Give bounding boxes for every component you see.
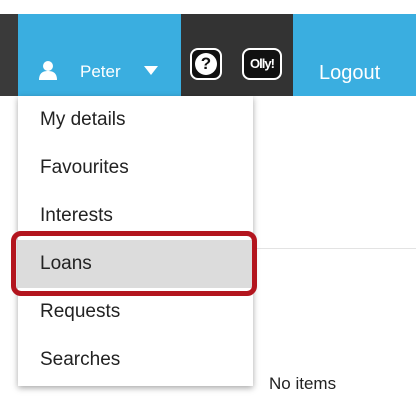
content-divider <box>250 248 416 249</box>
help-button[interactable]: ? <box>190 48 222 80</box>
user-dropdown-menu: My details Favourites Interests Loans Re… <box>18 96 253 386</box>
nav-bar-left-edge <box>0 14 18 96</box>
menu-item-interests[interactable]: Interests <box>18 192 253 240</box>
menu-item-searches[interactable]: Searches <box>18 336 253 384</box>
logout-label: Logout <box>319 62 381 84</box>
chevron-down-icon <box>144 66 158 75</box>
top-navigation-bar: Peter ? Olly! Logout <box>0 0 416 96</box>
help-icon: ? <box>195 53 217 75</box>
user-menu-button[interactable]: Peter <box>18 14 181 96</box>
menu-item-my-details[interactable]: My details <box>18 96 253 144</box>
empty-state-message: No items <box>269 374 337 393</box>
menu-item-requests[interactable]: Requests <box>18 288 253 336</box>
olly-button[interactable]: Olly! <box>242 48 282 80</box>
menu-item-loans[interactable]: Loans <box>18 240 253 288</box>
menu-item-favourites[interactable]: Favourites <box>18 144 253 192</box>
logout-button[interactable]: Logout <box>293 14 416 96</box>
user-name-label: Peter <box>80 62 121 81</box>
user-icon <box>39 61 57 80</box>
